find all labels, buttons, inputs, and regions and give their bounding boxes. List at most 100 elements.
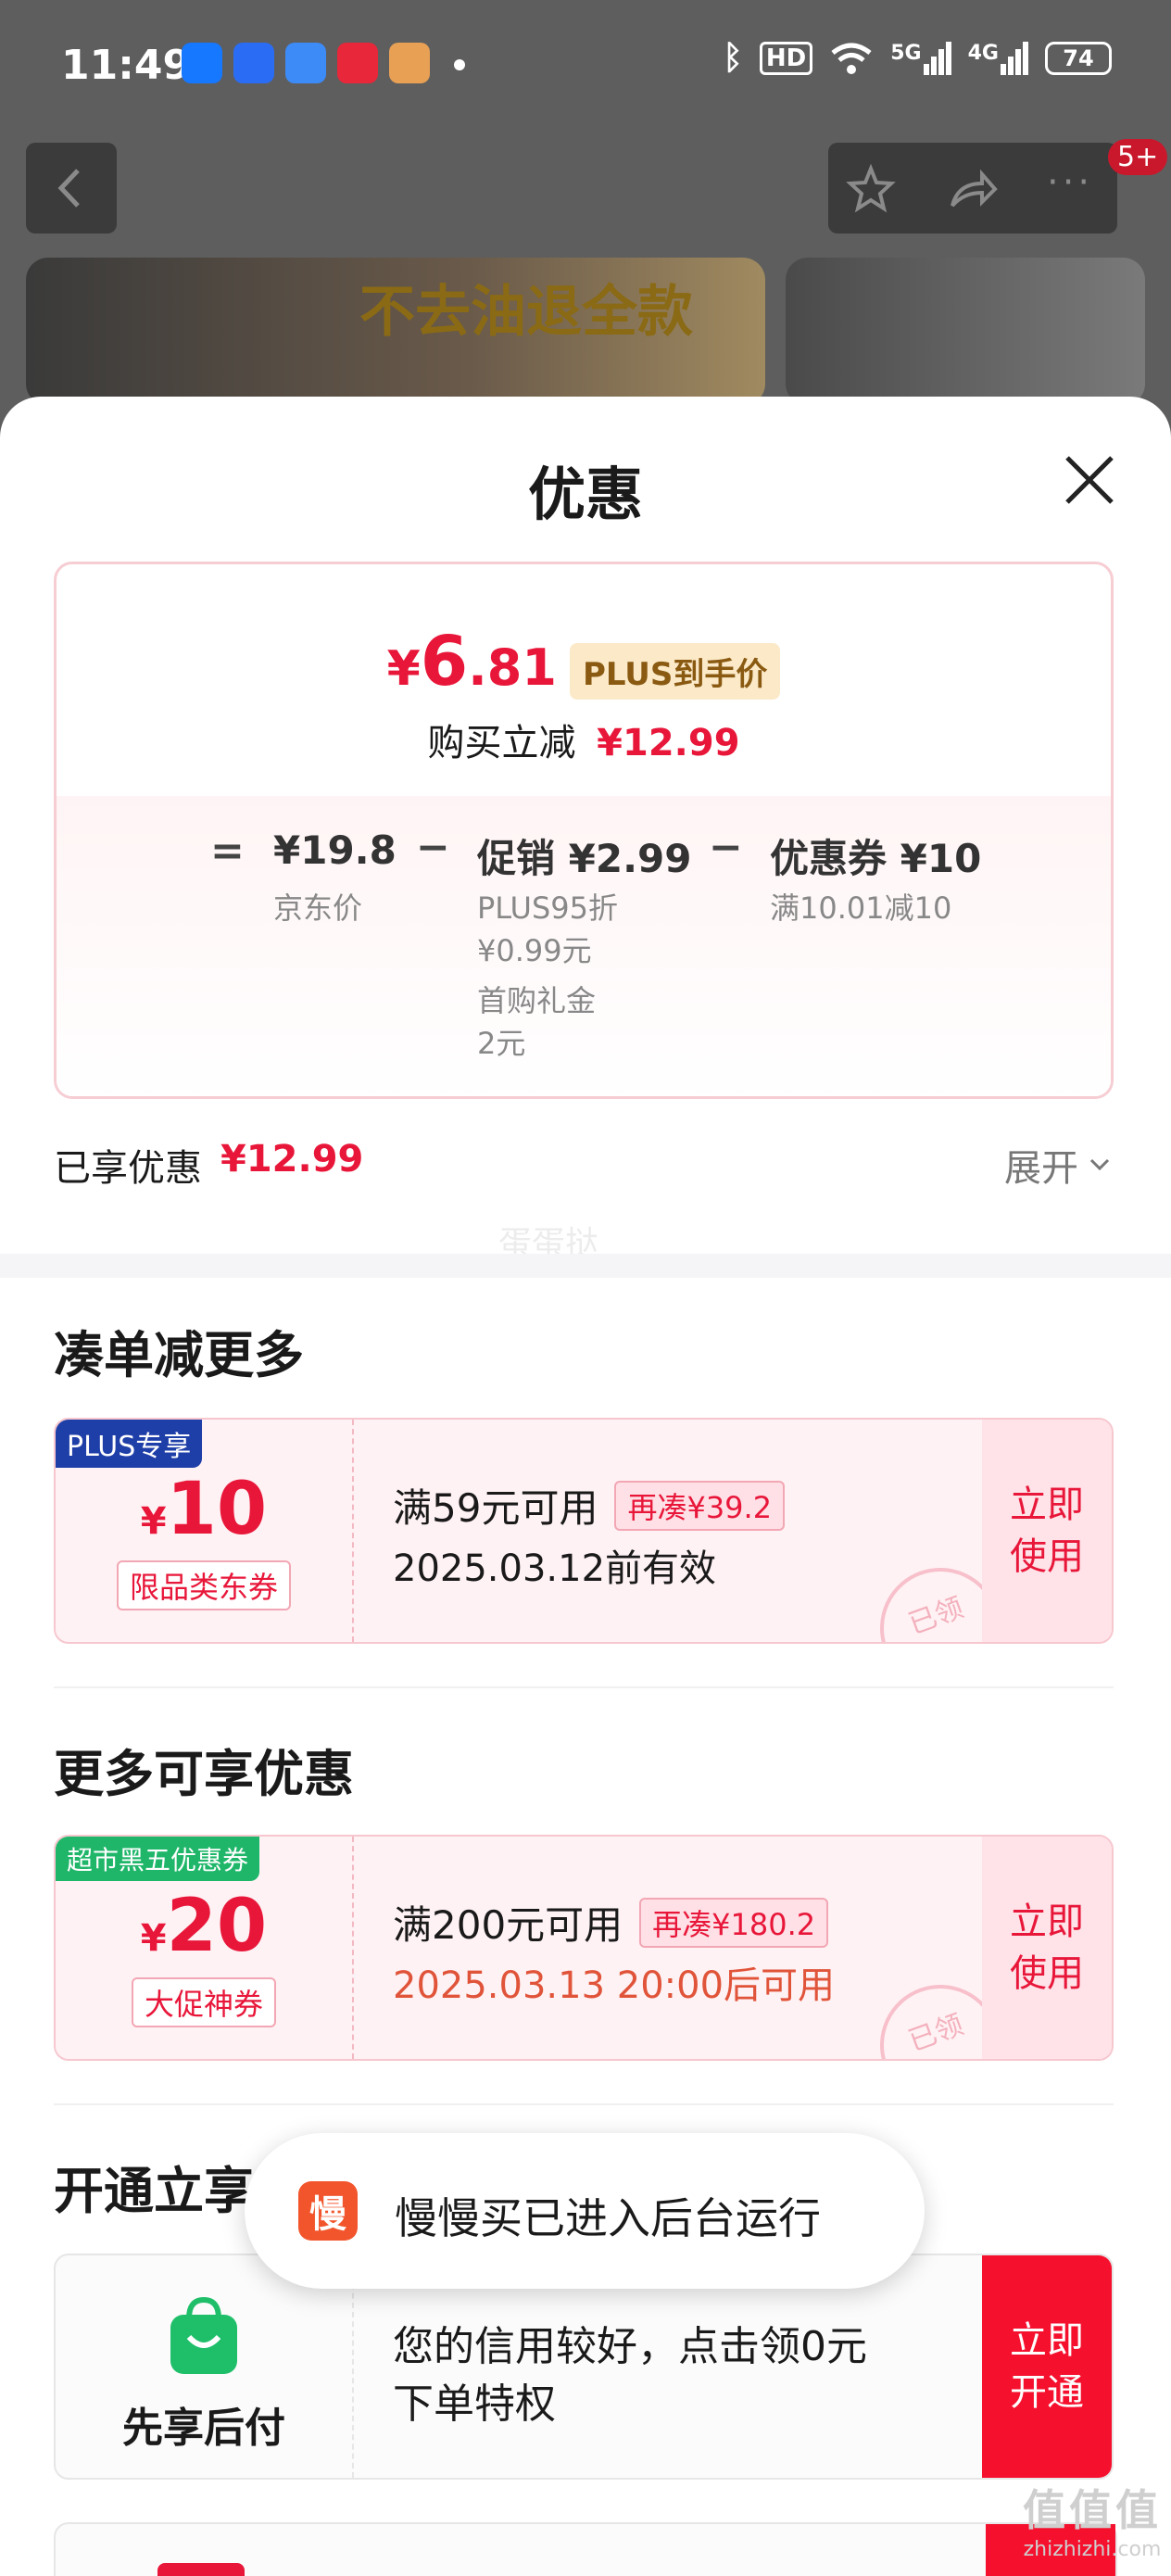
app-notification-icon-1 — [182, 43, 222, 83]
section-open-title: 开通立享 — [54, 2162, 254, 2220]
divider — [54, 2103, 1114, 2105]
banner-slogan: 不去油退全款 — [359, 280, 693, 345]
toast-message: 慢慢买已进入后台运行 — [395, 2193, 821, 2243]
coupon-remaining-chip: 再凑¥39.2 — [614, 1480, 786, 1531]
site-watermark: 值值值 zhizhizhi.com — [1023, 2477, 1162, 2561]
section-gap — [0, 1254, 1171, 1278]
label-5g: 5G — [890, 41, 922, 65]
chevron-down-icon — [1089, 1158, 1110, 1171]
open-now-line2: 开通 — [1010, 2371, 1084, 2414]
signal-4g-icon: 4G — [968, 41, 1028, 75]
app-notification-icon-4 — [337, 43, 378, 83]
partial-card-icon — [157, 2563, 245, 2576]
open-now-line1: 立即 — [1010, 2319, 1084, 2362]
final-price: ¥6.81 — [387, 622, 557, 701]
share-icon[interactable] — [945, 163, 1001, 215]
bluetooth-icon: ᛒ — [723, 39, 743, 77]
coupon-divider — [352, 1837, 354, 2059]
coupon-remaining-chip: 再凑¥180.2 — [639, 1897, 829, 1948]
instant-cut-label: 购买立减 — [427, 722, 576, 764]
more-icon[interactable]: ··· — [1047, 161, 1093, 204]
use-now-line2: 使用 — [1010, 1952, 1084, 1995]
currency-symbol: ¥ — [386, 641, 421, 697]
app-notification-icon-5 — [389, 43, 430, 83]
equals-sign: = — [210, 827, 245, 875]
final-price-dec: .81 — [468, 638, 557, 697]
minus-sign-1: − — [416, 824, 450, 871]
product-banner-side — [786, 258, 1145, 406]
star-icon[interactable] — [845, 163, 897, 215]
signal-5g-icon: 5G — [890, 41, 951, 75]
back-button[interactable] — [26, 143, 117, 234]
coupon-value-area: 超市黑五优惠券 ¥20 大促神券 — [56, 1837, 352, 2059]
use-now-button[interactable]: 立即 使用 — [982, 1837, 1112, 2059]
battery-level: 74 — [1063, 44, 1094, 71]
price-breakdown: = ¥19.8 京东价 − 促销 ¥2.99 PLUS95折 ¥0.99元 首购… — [57, 796, 1111, 1096]
product-top-nav: ··· 5+ — [0, 139, 1171, 250]
product-banner-main: 不去油退全款 — [26, 258, 765, 406]
plus-exclusive-tag: PLUS专享 — [56, 1420, 203, 1468]
promo-detail-plus-value: ¥0.99元 — [477, 933, 592, 968]
hd-icon: HD — [759, 41, 813, 75]
final-price-int: 6 — [420, 622, 469, 701]
instant-cut-value: ¥12.99 — [597, 722, 740, 764]
use-now-line1: 立即 — [1010, 1484, 1084, 1526]
coupon-condition: 满200元可用 — [393, 1902, 623, 1948]
status-time: 11:49 — [61, 42, 192, 89]
coupon-validity: 2025.03.12前有效 — [393, 1547, 717, 1590]
open-now-button[interactable]: 立即 开通 — [982, 2255, 1112, 2478]
notification-badge: 5+ — [1108, 139, 1168, 175]
plus-price-tag: PLUS到手价 — [569, 643, 781, 700]
minus-sign-2: − — [709, 824, 743, 871]
enjoyed-discount-row: 已享优惠 ¥12.99 展开 — [54, 1138, 1114, 1193]
coupon-condition: 满59元可用 — [393, 1485, 598, 1531]
close-icon[interactable] — [1062, 452, 1117, 508]
coupon-amount-value: 20 — [166, 1885, 268, 1968]
coupon-amount: 优惠券 ¥10 — [770, 836, 982, 881]
action-group: ··· — [828, 143, 1117, 234]
claimed-stamp-text: 已领 — [904, 2008, 968, 2059]
coupon-card-supermarket[interactable]: 超市黑五优惠券 ¥20 大促神券 满200元可用 再凑¥180.2 2025.0… — [54, 1835, 1114, 2061]
coupon-amount-value: 10 — [166, 1468, 268, 1551]
expand-label: 展开 — [1004, 1147, 1078, 1190]
coupon-condition-row: 满59元可用 再凑¥39.2 — [393, 1477, 786, 1534]
background-running-toast: 慢 慢慢买已进入后台运行 — [245, 2133, 925, 2289]
credit-pay-line2: 下单特权 — [393, 2380, 556, 2428]
coupon-value-area: PLUS专享 ¥10 限品类东券 — [56, 1420, 352, 1642]
credit-pay-brand: 先享后付 — [56, 2255, 352, 2478]
partial-card — [54, 2522, 1117, 2576]
claimed-stamp-text: 已领 — [904, 1591, 968, 1642]
enjoyed-label: 已享优惠 — [54, 1147, 202, 1190]
app-notification-icon-2 — [233, 43, 274, 83]
expand-button[interactable]: 展开 — [1004, 1138, 1114, 1192]
coupon-condition-row: 满200元可用 再凑¥180.2 — [393, 1894, 829, 1951]
coupon-symbol: ¥ — [140, 1500, 167, 1543]
status-bar: 11:49 ᛒ HD 5G 4G 74 — [0, 0, 1171, 139]
enjoyed-value: ¥12.99 — [220, 1138, 364, 1181]
promo-detail-first-buy-value: 2元 — [477, 1026, 526, 1061]
use-now-line2: 使用 — [1010, 1535, 1084, 1578]
watermark-site: zhizhizhi.com — [1023, 2538, 1162, 2561]
jd-price: ¥19.8 — [273, 827, 397, 873]
sheet-title: 优惠 — [527, 461, 643, 528]
jd-price-label: 京东价 — [273, 890, 363, 926]
coupon-symbol: ¥ — [140, 1917, 167, 1960]
app-logo-char: 慢 — [309, 2193, 346, 2236]
coupon-condition: 满10.01减10 — [770, 890, 952, 926]
section-enjoy-title: 更多可享优惠 — [54, 1745, 354, 1803]
promo-amount: 促销 ¥2.99 — [477, 836, 692, 881]
price-summary-card: ¥6.81 PLUS到手价 购买立减 ¥12.99 = ¥19.8 京东价 − … — [54, 562, 1114, 1099]
use-now-button[interactable]: 立即 使用 — [982, 1420, 1112, 1642]
credit-pay-name: 先享后付 — [122, 2405, 285, 2452]
coupon-type: 限品类东券 — [116, 1560, 292, 1610]
coupon-amount-display: ¥20 — [56, 1885, 352, 1968]
watermark-logo: 值值值 — [1023, 2485, 1162, 2535]
supermarket-coupon-tag: 超市黑五优惠券 — [56, 1837, 260, 1881]
app-logo-icon: 慢 — [298, 2181, 358, 2241]
coupon-card-plus[interactable]: PLUS专享 ¥10 限品类东券 满59元可用 再凑¥39.2 2025.03.… — [54, 1418, 1114, 1644]
coupon-validity: 2025.03.13 20:00后可用 — [393, 1964, 836, 2007]
divider — [54, 1686, 1114, 1688]
promo-detail-first-buy: 首购礼金 — [477, 983, 597, 1018]
shopping-bag-icon — [170, 2296, 237, 2374]
promo-detail-plus: PLUS95折 — [477, 890, 618, 926]
